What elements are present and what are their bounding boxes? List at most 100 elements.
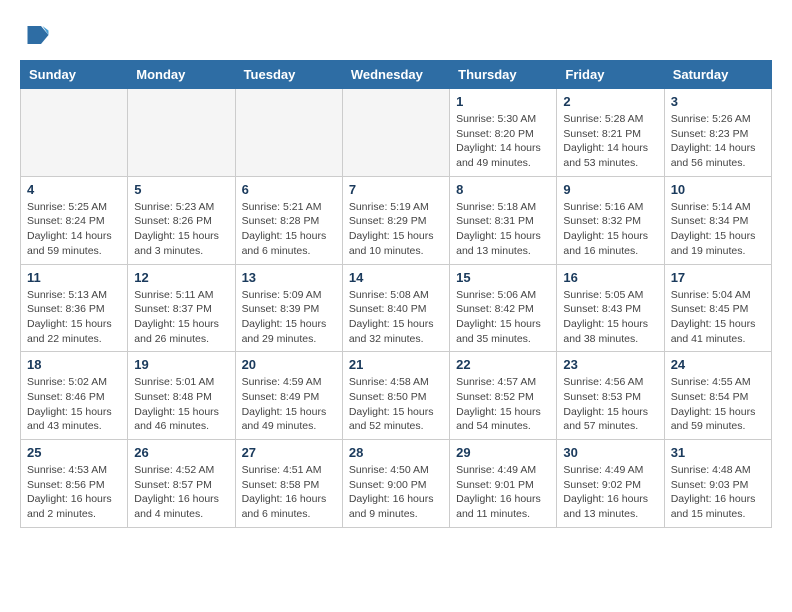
calendar-cell: 11 Sunrise: 5:13 AM Sunset: 8:36 PM Dayli… — [21, 264, 128, 352]
day-number: 5 — [134, 182, 228, 197]
logo — [20, 20, 54, 50]
day-number: 16 — [563, 270, 657, 285]
day-number: 14 — [349, 270, 443, 285]
calendar-cell: 30Sunrise: 4:49 AM Sunset: 9:02 PM Dayli… — [557, 440, 664, 528]
day-info: Sunrise: 5:30 AM Sunset: 8:20 PM Dayligh… — [456, 112, 550, 171]
weekday-header-saturday: Saturday — [664, 61, 771, 89]
day-info: Sunrise: 4:55 AM Sunset: 8:54 PM Dayligh… — [671, 375, 765, 434]
calendar-cell: 23Sunrise: 4:56 AM Sunset: 8:53 PM Dayli… — [557, 352, 664, 440]
calendar-cell: 16 Sunrise: 5:05 AM Sunset: 8:43 PM Dayli… — [557, 264, 664, 352]
day-info: Sunrise: 5:28 AM Sunset: 8:21 PM Dayligh… — [563, 112, 657, 171]
day-number: 1 — [456, 94, 550, 109]
day-info: Sunrise: 5:11 AM Sunset: 8:37 PM Dayligh… — [134, 288, 228, 347]
day-number: 10 — [671, 182, 765, 197]
calendar-cell: 15 Sunrise: 5:06 AM Sunset: 8:42 PM Dayli… — [450, 264, 557, 352]
day-number: 22 — [456, 357, 550, 372]
day-info: Sunrise: 5:26 AM Sunset: 8:23 PM Dayligh… — [671, 112, 765, 171]
calendar-cell — [235, 89, 342, 177]
day-number: 29 — [456, 445, 550, 460]
day-number: 23 — [563, 357, 657, 372]
calendar-cell: 12Sunrise: 5:11 AM Sunset: 8:37 PM Dayli… — [128, 264, 235, 352]
calendar-table: SundayMondayTuesdayWednesdayThursdayFrid… — [20, 60, 772, 528]
day-number: 15 — [456, 270, 550, 285]
day-number: 7 — [349, 182, 443, 197]
day-number: 17 — [671, 270, 765, 285]
day-info: Sunrise: 4:48 AM Sunset: 9:03 PM Dayligh… — [671, 463, 765, 522]
day-number: 11 — [27, 270, 121, 285]
calendar-cell: 22Sunrise: 4:57 AM Sunset: 8:52 PM Dayli… — [450, 352, 557, 440]
calendar-cell: 13 Sunrise: 5:09 AM Sunset: 8:39 PM Dayli… — [235, 264, 342, 352]
day-info: Sunrise: 4:53 AM Sunset: 8:56 PM Dayligh… — [27, 463, 121, 522]
day-number: 18 — [27, 357, 121, 372]
day-number: 3 — [671, 94, 765, 109]
page-container: SundayMondayTuesdayWednesdayThursdayFrid… — [0, 0, 792, 538]
day-number: 25 — [27, 445, 121, 460]
day-number: 27 — [242, 445, 336, 460]
weekday-header-sunday: Sunday — [21, 61, 128, 89]
week-row-3: 11 Sunrise: 5:13 AM Sunset: 8:36 PM Dayli… — [21, 264, 772, 352]
day-info: Sunrise: 5:19 AM Sunset: 8:29 PM Dayligh… — [349, 200, 443, 259]
day-info: Sunrise: 5:06 AM Sunset: 8:42 PM Dayligh… — [456, 288, 550, 347]
calendar-cell: 5Sunrise: 5:23 AM Sunset: 8:26 PM Daylig… — [128, 176, 235, 264]
day-number: 31 — [671, 445, 765, 460]
day-info: Sunrise: 4:49 AM Sunset: 9:02 PM Dayligh… — [563, 463, 657, 522]
day-info: Sunrise: 5:02 AM Sunset: 8:46 PM Dayligh… — [27, 375, 121, 434]
day-info: Sunrise: 5:18 AM Sunset: 8:31 PM Dayligh… — [456, 200, 550, 259]
day-info: Sunrise: 5:25 AM Sunset: 8:24 PM Dayligh… — [27, 200, 121, 259]
day-number: 13 — [242, 270, 336, 285]
day-info: Sunrise: 5:16 AM Sunset: 8:32 PM Dayligh… — [563, 200, 657, 259]
calendar-cell: 2 Sunrise: 5:28 AM Sunset: 8:21 PM Daylig… — [557, 89, 664, 177]
calendar-cell: 25 Sunrise: 4:53 AM Sunset: 8:56 PM Dayli… — [21, 440, 128, 528]
day-number: 4 — [27, 182, 121, 197]
weekday-header-row: SundayMondayTuesdayWednesdayThursdayFrid… — [21, 61, 772, 89]
weekday-header-monday: Monday — [128, 61, 235, 89]
day-info: Sunrise: 4:58 AM Sunset: 8:50 PM Dayligh… — [349, 375, 443, 434]
day-info: Sunrise: 5:08 AM Sunset: 8:40 PM Dayligh… — [349, 288, 443, 347]
day-info: Sunrise: 4:51 AM Sunset: 8:58 PM Dayligh… — [242, 463, 336, 522]
week-row-5: 25 Sunrise: 4:53 AM Sunset: 8:56 PM Dayli… — [21, 440, 772, 528]
day-number: 9 — [563, 182, 657, 197]
day-number: 20 — [242, 357, 336, 372]
calendar-cell — [128, 89, 235, 177]
day-info: Sunrise: 4:52 AM Sunset: 8:57 PM Dayligh… — [134, 463, 228, 522]
calendar-cell: 17Sunrise: 5:04 AM Sunset: 8:45 PM Dayli… — [664, 264, 771, 352]
calendar-cell: 1 Sunrise: 5:30 AM Sunset: 8:20 PM Daylig… — [450, 89, 557, 177]
calendar-cell: 21 Sunrise: 4:58 AM Sunset: 8:50 PM Dayli… — [342, 352, 449, 440]
day-info: Sunrise: 5:13 AM Sunset: 8:36 PM Dayligh… — [27, 288, 121, 347]
calendar-cell: 7 Sunrise: 5:19 AM Sunset: 8:29 PM Daylig… — [342, 176, 449, 264]
calendar-cell: 26 Sunrise: 4:52 AM Sunset: 8:57 PM Dayli… — [128, 440, 235, 528]
day-info: Sunrise: 5:14 AM Sunset: 8:34 PM Dayligh… — [671, 200, 765, 259]
day-info: Sunrise: 5:21 AM Sunset: 8:28 PM Dayligh… — [242, 200, 336, 259]
calendar-cell: 28Sunrise: 4:50 AM Sunset: 9:00 PM Dayli… — [342, 440, 449, 528]
calendar-cell: 14 Sunrise: 5:08 AM Sunset: 8:40 PM Dayli… — [342, 264, 449, 352]
calendar-cell: 10 Sunrise: 5:14 AM Sunset: 8:34 PM Dayli… — [664, 176, 771, 264]
day-number: 24 — [671, 357, 765, 372]
calendar-cell: 8Sunrise: 5:18 AM Sunset: 8:31 PM Daylig… — [450, 176, 557, 264]
day-info: Sunrise: 4:50 AM Sunset: 9:00 PM Dayligh… — [349, 463, 443, 522]
calendar-cell: 29 Sunrise: 4:49 AM Sunset: 9:01 PM Dayli… — [450, 440, 557, 528]
calendar-cell: 31 Sunrise: 4:48 AM Sunset: 9:03 PM Dayli… — [664, 440, 771, 528]
day-info: Sunrise: 5:01 AM Sunset: 8:48 PM Dayligh… — [134, 375, 228, 434]
weekday-header-thursday: Thursday — [450, 61, 557, 89]
day-info: Sunrise: 5:09 AM Sunset: 8:39 PM Dayligh… — [242, 288, 336, 347]
calendar-cell — [342, 89, 449, 177]
calendar-cell: 4 Sunrise: 5:25 AM Sunset: 8:24 PM Daylig… — [21, 176, 128, 264]
calendar-cell: 3 Sunrise: 5:26 AM Sunset: 8:23 PM Daylig… — [664, 89, 771, 177]
calendar-cell — [21, 89, 128, 177]
day-number: 19 — [134, 357, 228, 372]
day-number: 26 — [134, 445, 228, 460]
weekday-header-wednesday: Wednesday — [342, 61, 449, 89]
calendar-cell: 20Sunrise: 4:59 AM Sunset: 8:49 PM Dayli… — [235, 352, 342, 440]
page-header — [20, 20, 772, 50]
logo-icon — [20, 20, 50, 50]
weekday-header-tuesday: Tuesday — [235, 61, 342, 89]
day-number: 6 — [242, 182, 336, 197]
calendar-cell: 24 Sunrise: 4:55 AM Sunset: 8:54 PM Dayli… — [664, 352, 771, 440]
day-number: 2 — [563, 94, 657, 109]
day-info: Sunrise: 5:05 AM Sunset: 8:43 PM Dayligh… — [563, 288, 657, 347]
day-info: Sunrise: 4:49 AM Sunset: 9:01 PM Dayligh… — [456, 463, 550, 522]
calendar-cell: 18 Sunrise: 5:02 AM Sunset: 8:46 PM Dayli… — [21, 352, 128, 440]
calendar-cell: 6 Sunrise: 5:21 AM Sunset: 8:28 PM Daylig… — [235, 176, 342, 264]
week-row-4: 18 Sunrise: 5:02 AM Sunset: 8:46 PM Dayli… — [21, 352, 772, 440]
day-number: 21 — [349, 357, 443, 372]
